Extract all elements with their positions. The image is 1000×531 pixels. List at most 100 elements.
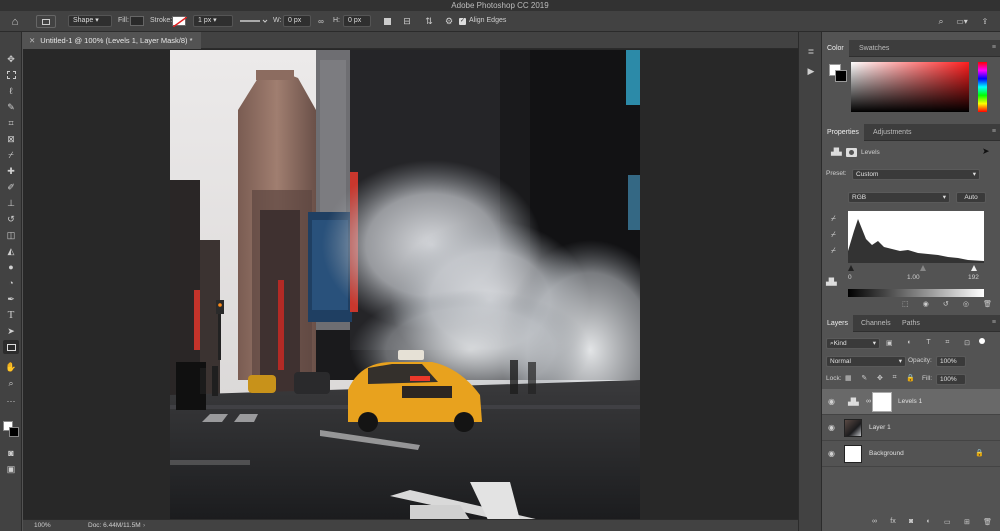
- width-field[interactable]: 0 px: [283, 15, 311, 27]
- fill-field[interactable]: 100%: [936, 374, 966, 385]
- search-icon[interactable]: ⌕: [936, 16, 946, 26]
- delete-layer-icon[interactable]: 🗑: [983, 518, 992, 528]
- auto-button[interactable]: Auto: [956, 192, 986, 203]
- preset-select[interactable]: Custom ▾: [852, 169, 980, 180]
- lock-position-icon[interactable]: ✥: [877, 374, 883, 384]
- add-mask-icon[interactable]: ◙: [909, 518, 913, 528]
- brush-tool-icon[interactable]: ✐: [3, 180, 19, 194]
- crop-tool-icon[interactable]: ⌗: [3, 116, 19, 130]
- input-white-value[interactable]: 192: [968, 273, 979, 283]
- zoom-level[interactable]: 100%: [34, 520, 51, 531]
- pen-tool-icon[interactable]: ✒: [3, 292, 19, 306]
- layer-filter-select[interactable]: ⌕Kind ▾: [826, 338, 880, 349]
- blur-tool-icon[interactable]: ●: [3, 260, 19, 274]
- shape-filter-icon[interactable]: ⌗: [945, 339, 949, 349]
- visibility-icon[interactable]: ◎: [963, 300, 969, 310]
- layer-mask-icon[interactable]: [846, 148, 857, 157]
- new-adjustment-icon[interactable]: ◐: [927, 518, 931, 528]
- document-tab[interactable]: ✕ Untitled-1 @ 100% (Levels 1, Layer Mask…: [23, 32, 201, 49]
- tab-properties[interactable]: Properties: [822, 124, 864, 141]
- tab-adjustments[interactable]: Adjustments: [868, 124, 917, 141]
- lock-artboard-icon[interactable]: ⌗: [893, 374, 897, 384]
- close-tab-icon[interactable]: ✕: [29, 36, 35, 45]
- tab-layers[interactable]: Layers: [822, 315, 854, 332]
- dodge-tool-icon[interactable]: ◔: [3, 276, 19, 290]
- eraser-tool-icon[interactable]: ◫: [3, 228, 19, 242]
- status-menu-icon[interactable]: ›: [143, 520, 145, 531]
- rectangle-tool-icon[interactable]: [3, 340, 19, 354]
- layer-name[interactable]: Layer 1: [869, 423, 891, 433]
- quick-selection-tool-icon[interactable]: ✎: [3, 100, 19, 114]
- blend-mode-select[interactable]: Normal ▾: [826, 356, 906, 367]
- hand-tool-icon[interactable]: ✋: [3, 360, 19, 374]
- layer-name[interactable]: Levels 1: [898, 397, 922, 407]
- view-previous-icon[interactable]: ◉: [923, 300, 929, 310]
- type-filter-icon[interactable]: T: [926, 339, 930, 349]
- link-icon[interactable]: ∞: [316, 16, 326, 26]
- layer-mask-thumbnail[interactable]: [872, 392, 892, 412]
- background-color-chip[interactable]: [835, 70, 847, 82]
- trash-icon[interactable]: 🗑: [983, 300, 992, 310]
- panel-menu-icon[interactable]: ≡: [992, 319, 996, 326]
- gray-point-eyedropper-icon[interactable]: ⌿: [831, 230, 836, 240]
- hue-slider[interactable]: [978, 62, 987, 112]
- new-group-icon[interactable]: ▭: [944, 518, 951, 528]
- lock-transparent-icon[interactable]: ▦: [845, 374, 852, 384]
- document-canvas-image[interactable]: [170, 50, 640, 520]
- tab-color[interactable]: Color: [822, 40, 849, 57]
- tab-paths[interactable]: Paths: [897, 315, 925, 332]
- visibility-eye-icon[interactable]: ◉: [828, 449, 837, 458]
- lasso-tool-icon[interactable]: ℓ: [3, 84, 19, 98]
- quick-mask-icon[interactable]: ◙: [3, 446, 19, 460]
- white-point-eyedropper-icon[interactable]: ⌿: [831, 246, 836, 256]
- path-selection-tool-icon[interactable]: ➤: [3, 324, 19, 338]
- more-tools-icon[interactable]: ···: [3, 394, 19, 408]
- opacity-field[interactable]: 100%: [936, 356, 966, 367]
- tab-swatches[interactable]: Swatches: [854, 40, 894, 57]
- fill-swatch[interactable]: [130, 16, 144, 26]
- layer-row-levels[interactable]: ◉ ▟▙ ∞ Levels 1: [822, 389, 1000, 415]
- tab-channels[interactable]: Channels: [856, 315, 896, 332]
- panel-menu-icon[interactable]: ≡: [992, 44, 996, 51]
- lock-all-icon[interactable]: 🔒: [906, 374, 915, 384]
- type-tool-icon[interactable]: T: [3, 308, 19, 322]
- marquee-tool-icon[interactable]: [3, 68, 19, 82]
- document-size[interactable]: Doc: 6.44M/11.5M: [88, 520, 141, 531]
- input-gamma-value[interactable]: 1.00: [907, 273, 920, 283]
- pixel-filter-icon[interactable]: ▣: [886, 339, 893, 349]
- move-tool-icon[interactable]: ✥: [3, 52, 19, 66]
- stroke-type-select[interactable]: [240, 16, 268, 26]
- shape-tool-preset-icon[interactable]: [36, 15, 56, 28]
- background-color-swatch[interactable]: [9, 427, 19, 437]
- channel-select[interactable]: RGB ▾: [848, 192, 950, 203]
- history-panel-icon[interactable]: ≣: [805, 46, 817, 56]
- layer-row-background[interactable]: ◉ Background 🔒: [822, 441, 1000, 467]
- workspace-icon[interactable]: ▭▾: [955, 16, 969, 26]
- paint-bucket-tool-icon[interactable]: ◭: [3, 244, 19, 258]
- black-point-eyedropper-icon[interactable]: ⌿: [831, 214, 836, 224]
- color-field[interactable]: [851, 62, 969, 112]
- clip-to-layer-icon[interactable]: ⬚: [902, 300, 909, 310]
- align-edges-checkbox[interactable]: ✓: [459, 18, 466, 25]
- layer-row-layer1[interactable]: ◉ Layer 1: [822, 415, 1000, 441]
- home-icon[interactable]: ⌂: [8, 15, 22, 28]
- layer-style-icon[interactable]: fx: [890, 518, 895, 528]
- clone-stamp-tool-icon[interactable]: ⊥: [3, 196, 19, 210]
- layer-thumbnail[interactable]: [844, 419, 862, 437]
- history-brush-tool-icon[interactable]: ↺: [3, 212, 19, 226]
- adjustment-filter-icon[interactable]: ◐: [907, 339, 911, 349]
- share-icon[interactable]: ⇪: [980, 16, 990, 26]
- eyedropper-tool-icon[interactable]: ⌿: [3, 148, 19, 162]
- mask-link-icon[interactable]: ∞: [866, 398, 871, 405]
- lock-icon[interactable]: 🔒: [975, 449, 984, 457]
- new-layer-icon[interactable]: ⊞: [964, 518, 970, 528]
- stroke-swatch[interactable]: [172, 16, 188, 28]
- input-levels-slider[interactable]: [846, 265, 986, 271]
- frame-tool-icon[interactable]: ⊠: [3, 132, 19, 146]
- path-operations-icon[interactable]: [382, 16, 392, 26]
- lock-image-icon[interactable]: ✎: [861, 374, 867, 384]
- reset-icon[interactable]: ↺: [943, 300, 949, 310]
- visibility-eye-icon[interactable]: ◉: [828, 423, 837, 432]
- layer-thumbnail[interactable]: [844, 445, 862, 463]
- gear-icon[interactable]: ⚙: [444, 16, 454, 26]
